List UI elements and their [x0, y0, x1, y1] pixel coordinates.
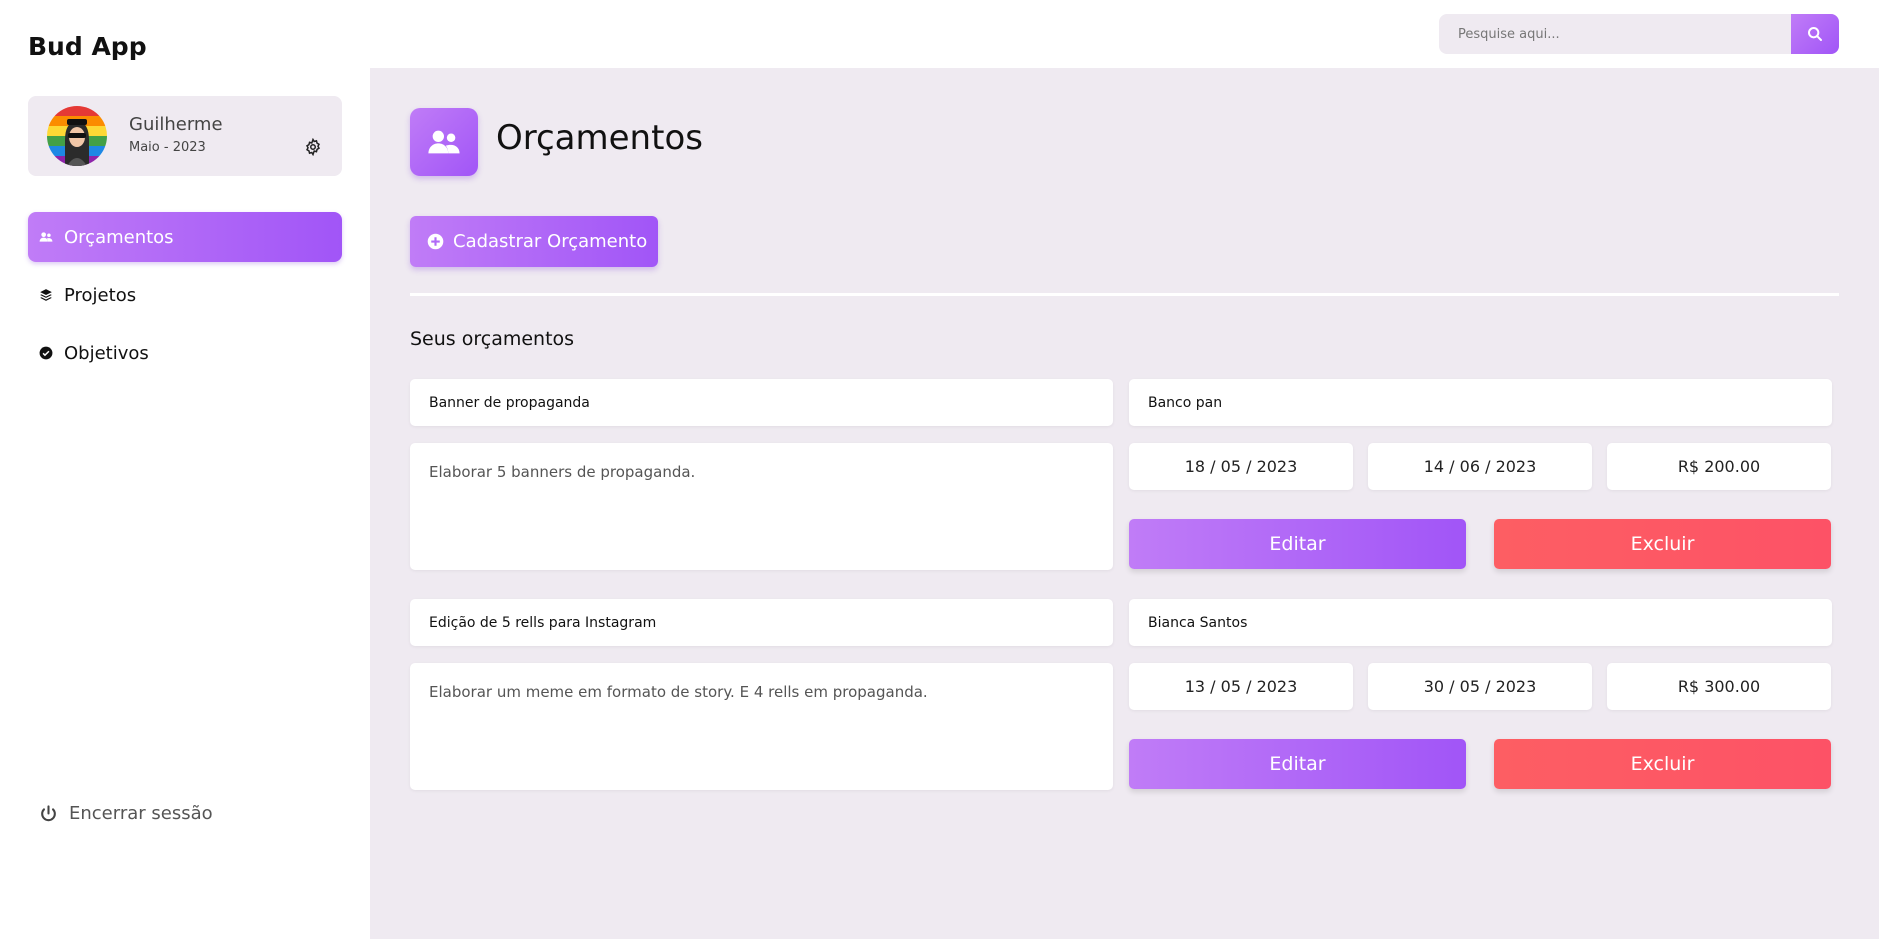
budget-card: Banner de propaganda Banco pan Elaborar … [410, 379, 1839, 590]
sidebar-item-label: Objetivos [64, 342, 149, 364]
budget-title: Banner de propaganda [410, 379, 1113, 426]
profile-name: Guilherme [129, 114, 223, 135]
add-budget-label: Cadastrar Orçamento [453, 231, 648, 252]
budget-client: Banco pan [1129, 379, 1832, 426]
layers-icon [39, 288, 53, 302]
budget-price: R$ 300.00 [1607, 663, 1831, 710]
search-icon [1807, 26, 1823, 42]
sidebar-item-projetos[interactable]: Projetos [28, 270, 342, 320]
add-budget-button[interactable]: Cadastrar Orçamento [410, 216, 658, 267]
gear-icon[interactable] [304, 137, 322, 157]
avatar [47, 106, 107, 166]
search-box [1439, 14, 1839, 54]
delete-button[interactable]: Excluir [1494, 739, 1831, 789]
budget-client: Bianca Santos [1129, 599, 1832, 646]
users-icon [410, 108, 478, 176]
power-icon [39, 804, 58, 823]
sidebar-item-orcamentos[interactable]: Orçamentos [28, 212, 342, 262]
search-button[interactable] [1791, 14, 1839, 54]
profile-card: Guilherme Maio - 2023 [28, 96, 342, 176]
edit-button[interactable]: Editar [1129, 739, 1466, 789]
delete-button[interactable]: Excluir [1494, 519, 1831, 569]
budget-card: Edição de 5 rells para Instagram Bianca … [410, 599, 1839, 810]
edit-button[interactable]: Editar [1129, 519, 1466, 569]
topbar [370, 0, 1879, 68]
divider [410, 293, 1839, 296]
sidebar-item-objetivos[interactable]: Objetivos [28, 328, 342, 378]
budget-start-date: 13 / 05 / 2023 [1129, 663, 1353, 710]
users-icon [39, 230, 53, 244]
budget-end-date: 14 / 06 / 2023 [1368, 443, 1592, 490]
profile-date: Maio - 2023 [129, 140, 206, 155]
sidebar-item-label: Orçamentos [64, 226, 174, 248]
budget-price: R$ 200.00 [1607, 443, 1831, 490]
budget-description: Elaborar 5 banners de propaganda. [410, 443, 1113, 570]
page-title: Orçamentos [496, 118, 703, 158]
sidebar-item-label: Projetos [64, 284, 137, 306]
budget-title: Edição de 5 rells para Instagram [410, 599, 1113, 646]
search-input[interactable] [1439, 14, 1793, 54]
budget-end-date: 30 / 05 / 2023 [1368, 663, 1592, 710]
logout-button[interactable]: Encerrar sessão [39, 803, 213, 824]
budget-start-date: 18 / 05 / 2023 [1129, 443, 1353, 490]
app-brand: Bud App [28, 32, 147, 61]
logout-label: Encerrar sessão [69, 803, 213, 824]
sidebar: Bud App Guilherme Maio - 2023 Orçamentos… [0, 0, 370, 939]
check-circle-icon [39, 346, 53, 360]
plus-circle-icon [427, 233, 444, 250]
section-title: Seus orçamentos [410, 328, 575, 350]
budget-description: Elaborar um meme em formato de story. E … [410, 663, 1113, 790]
